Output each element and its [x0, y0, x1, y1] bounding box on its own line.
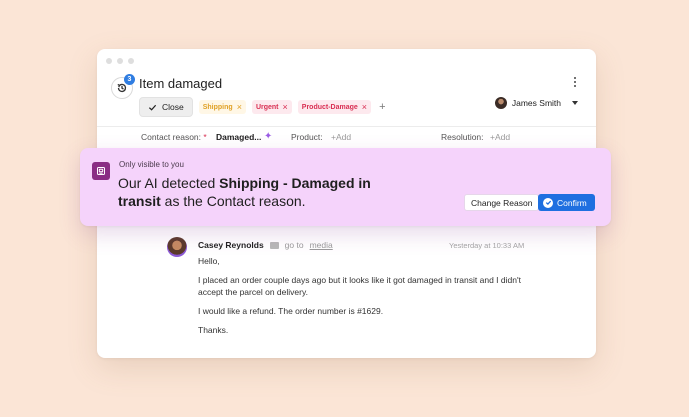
resolution-add-button[interactable]: +Add [490, 132, 510, 142]
message-author: Casey Reynolds [198, 240, 264, 250]
tag-label: Product-Damage [301, 103, 358, 111]
remove-tag-icon[interactable]: × [362, 102, 367, 112]
tag-product-damage[interactable]: Product-Damage × [297, 100, 372, 114]
product-add-button[interactable]: +Add [331, 132, 351, 142]
change-reason-button[interactable]: Change Reason [464, 194, 540, 211]
more-options-icon[interactable] [571, 76, 579, 88]
ticket-count-badge: 3 [124, 74, 135, 85]
ticket-fields: Contact reason: * Damaged... ✦ Product: … [141, 131, 581, 144]
ai-detection-message: Our AI detected Shipping - Damaged in tr… [118, 174, 398, 210]
close-ticket-button[interactable]: Close [139, 97, 193, 117]
remove-tag-icon[interactable]: × [283, 102, 288, 112]
chevron-down-icon [572, 101, 578, 105]
ai-sparkle-icon: ✦ [264, 131, 273, 142]
tag-label: Shipping [202, 103, 233, 111]
tag-shipping[interactable]: Shipping × [198, 100, 246, 114]
message-body: Hello, I placed an order couple days ago… [198, 255, 533, 343]
mail-icon [269, 241, 279, 249]
check-circle-icon [543, 197, 553, 208]
tag-urgent[interactable]: Urgent × [251, 100, 292, 114]
window-controls [106, 58, 134, 64]
assignee-avatar [494, 97, 507, 109]
contact-reason-field[interactable]: Contact reason: * [141, 132, 207, 142]
goto-media-link[interactable]: media [310, 240, 333, 250]
required-marker: * [203, 132, 207, 142]
product-label: Product: [291, 132, 323, 142]
ai-message-prefix: Our AI detected [118, 175, 220, 191]
ai-suggestion-banner: Only visible to you Our AI detected Ship… [80, 148, 611, 226]
message-paragraph: Thanks. [198, 325, 229, 335]
tag-label: Urgent [255, 103, 279, 111]
message-timestamp: Yesterday at 10:33 AM [449, 241, 525, 250]
confirm-label: Confirm [557, 197, 587, 208]
ticket-title: Item damaged [139, 76, 223, 91]
visibility-note: Only visible to you [119, 160, 184, 169]
message-header: Casey Reynolds go to media [198, 240, 333, 250]
close-ticket-label: Close [162, 102, 184, 112]
ai-message-suffix: as the Contact reason. [160, 193, 306, 209]
window-dot[interactable] [117, 58, 123, 64]
ai-assistant-icon [92, 162, 110, 180]
header-divider [97, 126, 596, 127]
confirm-button[interactable]: Confirm [538, 194, 595, 211]
assignee-name: James Smith [511, 98, 561, 108]
contact-reason-value[interactable]: Damaged... [216, 132, 261, 142]
remove-tag-icon[interactable]: × [237, 102, 242, 112]
message-paragraph: I would like a refund. The order number … [198, 306, 384, 316]
avatar [167, 237, 187, 257]
goto-text: go to [284, 240, 304, 250]
contact-reason-label: Contact reason: [141, 132, 202, 142]
message-paragraph: I placed an order couple days ago but it… [198, 275, 521, 297]
assignee-selector[interactable]: James Smith [494, 97, 578, 109]
window-dot[interactable] [128, 58, 134, 64]
message-paragraph: Hello, [198, 256, 220, 266]
ticket-toolbar: Close Shipping × Urgent × Product-Damage… [139, 97, 388, 117]
add-tag-button[interactable]: + [377, 101, 387, 113]
window-dot[interactable] [106, 58, 112, 64]
resolution-label: Resolution: [441, 132, 484, 142]
checkmark-icon [148, 104, 157, 111]
